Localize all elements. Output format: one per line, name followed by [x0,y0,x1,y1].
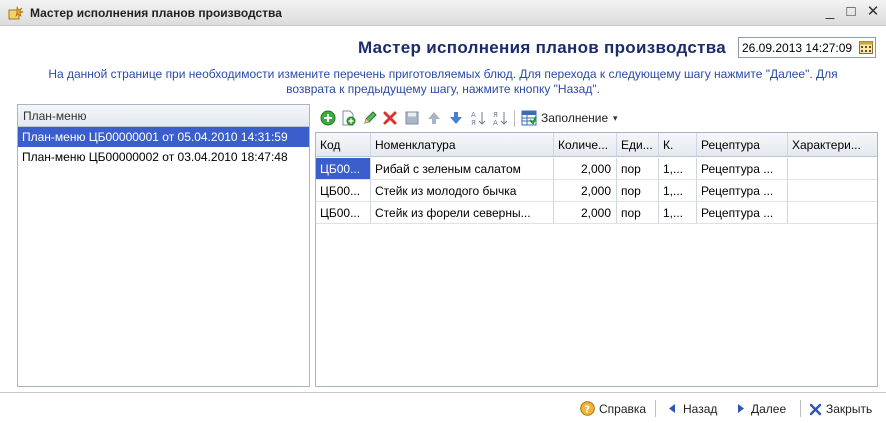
maximize-button[interactable]: □ [842,3,860,21]
cell-k[interactable]: 1,... [659,158,697,179]
next-label[interactable]: Далее [751,402,786,416]
cell-recipe[interactable]: Рецептура ... [697,202,788,223]
cell-quantity[interactable]: 2,000 [554,180,617,201]
svg-text:?: ? [584,405,590,416]
instructions-line-1: На данной странице при необходимости изм… [48,67,838,81]
table-row[interactable]: ЦБ00... Стейк из молодого бычка 2,000 по… [316,180,877,202]
cell-characteristic[interactable] [788,202,877,223]
cell-unit[interactable]: пор [617,158,659,179]
table-header: Код Номенклатура Количе... Еди... К. Рец… [316,133,877,157]
close-icon [809,403,822,416]
page-title: Мастер исполнения планов производства [358,38,726,57]
next-button[interactable]: Далее [736,401,796,417]
triangle-right-icon [738,404,744,413]
toolbar-separator [514,110,515,127]
column-header-unit[interactable]: Еди... [617,133,659,156]
plan-menu-list[interactable]: План-меню План-меню ЦБ00000001 от 05.04.… [17,104,310,387]
svg-text:Я: Я [471,119,476,126]
cell-unit[interactable]: пор [617,202,659,223]
close-window-button[interactable]: ✕ [864,3,882,21]
cell-recipe[interactable]: Рецептура ... [697,180,788,201]
cell-nomenclature[interactable]: Стейк из молодого бычка [371,180,554,201]
footer-bar: ? Справка Назад Далее Закрыть [0,392,886,423]
cell-code[interactable]: ЦБ00... [316,158,371,179]
plan-menu-item[interactable]: План-меню ЦБ00000001 от 05.04.2010 14:31… [18,127,309,147]
move-up-icon[interactable] [426,110,442,126]
wizard-window: Мастер исполнения планов производства _ … [0,0,886,423]
svg-text:A: A [493,119,498,126]
cell-k[interactable]: 1,... [659,180,697,201]
footer-separator [800,400,801,417]
chevron-down-icon[interactable]: ▾ [613,113,618,124]
close-label[interactable]: Закрыть [826,402,872,416]
cell-k[interactable]: 1,... [659,202,697,223]
copy-icon[interactable] [340,110,356,126]
cell-code[interactable]: ЦБ00... [316,202,371,223]
close-button[interactable]: Закрыть [809,401,881,417]
save-icon[interactable] [404,110,420,126]
svg-text:Я: Я [493,111,498,119]
cell-quantity[interactable]: 2,000 [554,202,617,223]
plan-menu-list-header[interactable]: План-меню [18,105,309,127]
cell-nomenclature[interactable]: Рибай с зеленым салатом [371,158,554,179]
cell-unit[interactable]: пор [617,180,659,201]
svg-text:A: A [471,111,476,119]
fill-button-label[interactable]: Заполнение [541,111,608,125]
edit-icon[interactable] [362,110,378,126]
help-label[interactable]: Справка [599,402,646,416]
help-icon: ? [580,401,595,416]
calendar-icon[interactable] [859,41,873,54]
table-row[interactable]: ЦБ00... Стейк из форели северны... 2,000… [316,202,877,224]
move-down-icon[interactable] [448,110,464,126]
cell-characteristic[interactable] [788,180,877,201]
window-title: Мастер исполнения планов производства [30,6,282,20]
sort-asc-icon[interactable]: A Я [470,110,486,126]
triangle-left-icon [669,404,675,413]
back-button[interactable]: Назад [667,401,727,417]
date-field[interactable]: 26.09.2013 14:27:09 [738,37,876,58]
date-value[interactable]: 26.09.2013 14:27:09 [742,41,852,55]
table-row[interactable]: ЦБ00... Рибай с зеленым салатом 2,000 по… [316,158,877,180]
delete-icon[interactable] [382,110,398,126]
help-button[interactable]: ? Справка [580,401,650,417]
column-header-characteristic[interactable]: Характери... [788,133,877,156]
table-toolbar: A Я Я A Заполнение ▾ [318,107,878,129]
column-header-recipe[interactable]: Рецептура [697,133,788,156]
cell-characteristic[interactable] [788,158,877,179]
column-header-quantity[interactable]: Количе... [554,133,617,156]
add-icon[interactable] [320,110,336,126]
cell-nomenclature[interactable]: Стейк из форели северны... [371,202,554,223]
footer-separator [655,400,656,417]
sort-desc-icon[interactable]: Я A [492,110,508,126]
cell-recipe[interactable]: Рецептура ... [697,158,788,179]
minimize-button[interactable]: _ [821,3,839,21]
column-header-nomenclature[interactable]: Номенклатура [371,133,554,156]
plan-menu-item[interactable]: План-меню ЦБ00000002 от 03.04.2010 18:47… [18,147,309,167]
title-bar: Мастер исполнения планов производства _ … [0,0,886,26]
wizard-icon [8,6,24,20]
column-header-code[interactable]: Код [316,133,371,156]
column-header-k[interactable]: К. [659,133,697,156]
instructions-line-2: возврата к предыдущему шагу, нажмите кно… [286,82,600,96]
cell-quantity[interactable]: 2,000 [554,158,617,179]
dishes-table[interactable]: Код Номенклатура Количе... Еди... К. Рец… [315,132,878,387]
cell-code[interactable]: ЦБ00... [316,180,371,201]
back-label[interactable]: Назад [683,402,717,416]
instructions-text: На данной странице при необходимости изм… [8,67,878,97]
fill-icon [521,110,537,126]
